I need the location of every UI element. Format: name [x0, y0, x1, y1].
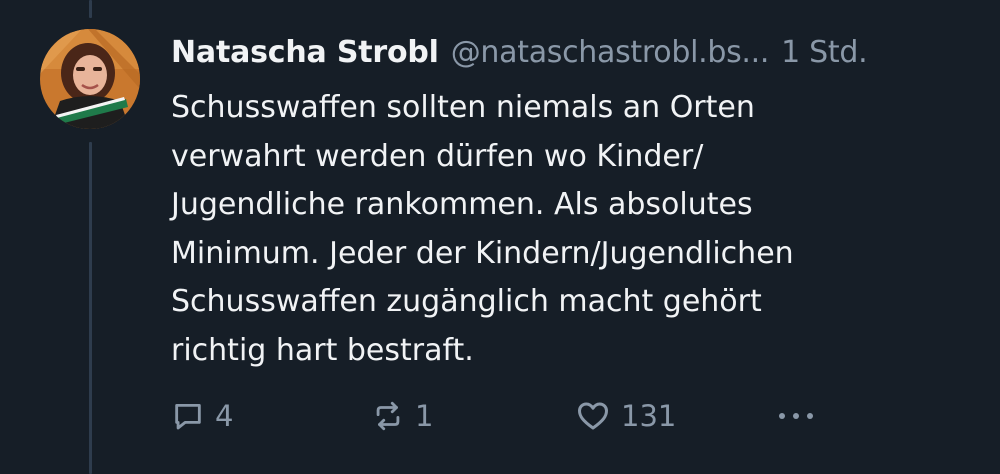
- repost-count: 1: [415, 399, 434, 433]
- post-text-line: Schusswaffen sollten niemals an Orten: [171, 90, 755, 125]
- more-dots-icon: [776, 404, 816, 428]
- avatar[interactable]: [40, 29, 140, 129]
- post-text-line: richtig hart bestraft.: [171, 332, 474, 368]
- reply-count: 4: [215, 399, 234, 433]
- repost-arrows-icon: [371, 399, 405, 433]
- post-timestamp[interactable]: 1 Std.: [781, 35, 868, 70]
- reply-button[interactable]: 4: [171, 393, 233, 439]
- post-text-line: verwahrt werden dürfen wo Kinder/: [171, 138, 704, 174]
- like-count: 131: [621, 399, 677, 433]
- post-actions: 4 1 131: [0, 393, 1000, 439]
- heart-icon: [575, 398, 611, 434]
- author-name[interactable]: Natascha Strobl: [171, 35, 439, 70]
- more-options-button[interactable]: [776, 393, 816, 439]
- avatar-image: [40, 29, 140, 129]
- like-button[interactable]: 131: [575, 393, 676, 439]
- post-text-line: Minimum. Jeder der Kindern/Jugendlichen: [171, 235, 794, 271]
- post-text: Schusswaffen sollten niemals an Orten ve…: [171, 84, 971, 375]
- post-text-line: Schusswaffen zugänglich macht gehört: [171, 284, 762, 319]
- thread-line-top: [89, 0, 92, 18]
- repost-button[interactable]: 1: [371, 393, 433, 439]
- speech-bubble-icon: [171, 399, 205, 433]
- post-text-line: Jugendliche rankommen. Als absolutes: [171, 187, 753, 222]
- author-handle[interactable]: @nataschastrobl.bs...: [451, 35, 770, 70]
- post-header: Natascha Strobl @nataschastrobl.bs... 1 …: [171, 26, 868, 78]
